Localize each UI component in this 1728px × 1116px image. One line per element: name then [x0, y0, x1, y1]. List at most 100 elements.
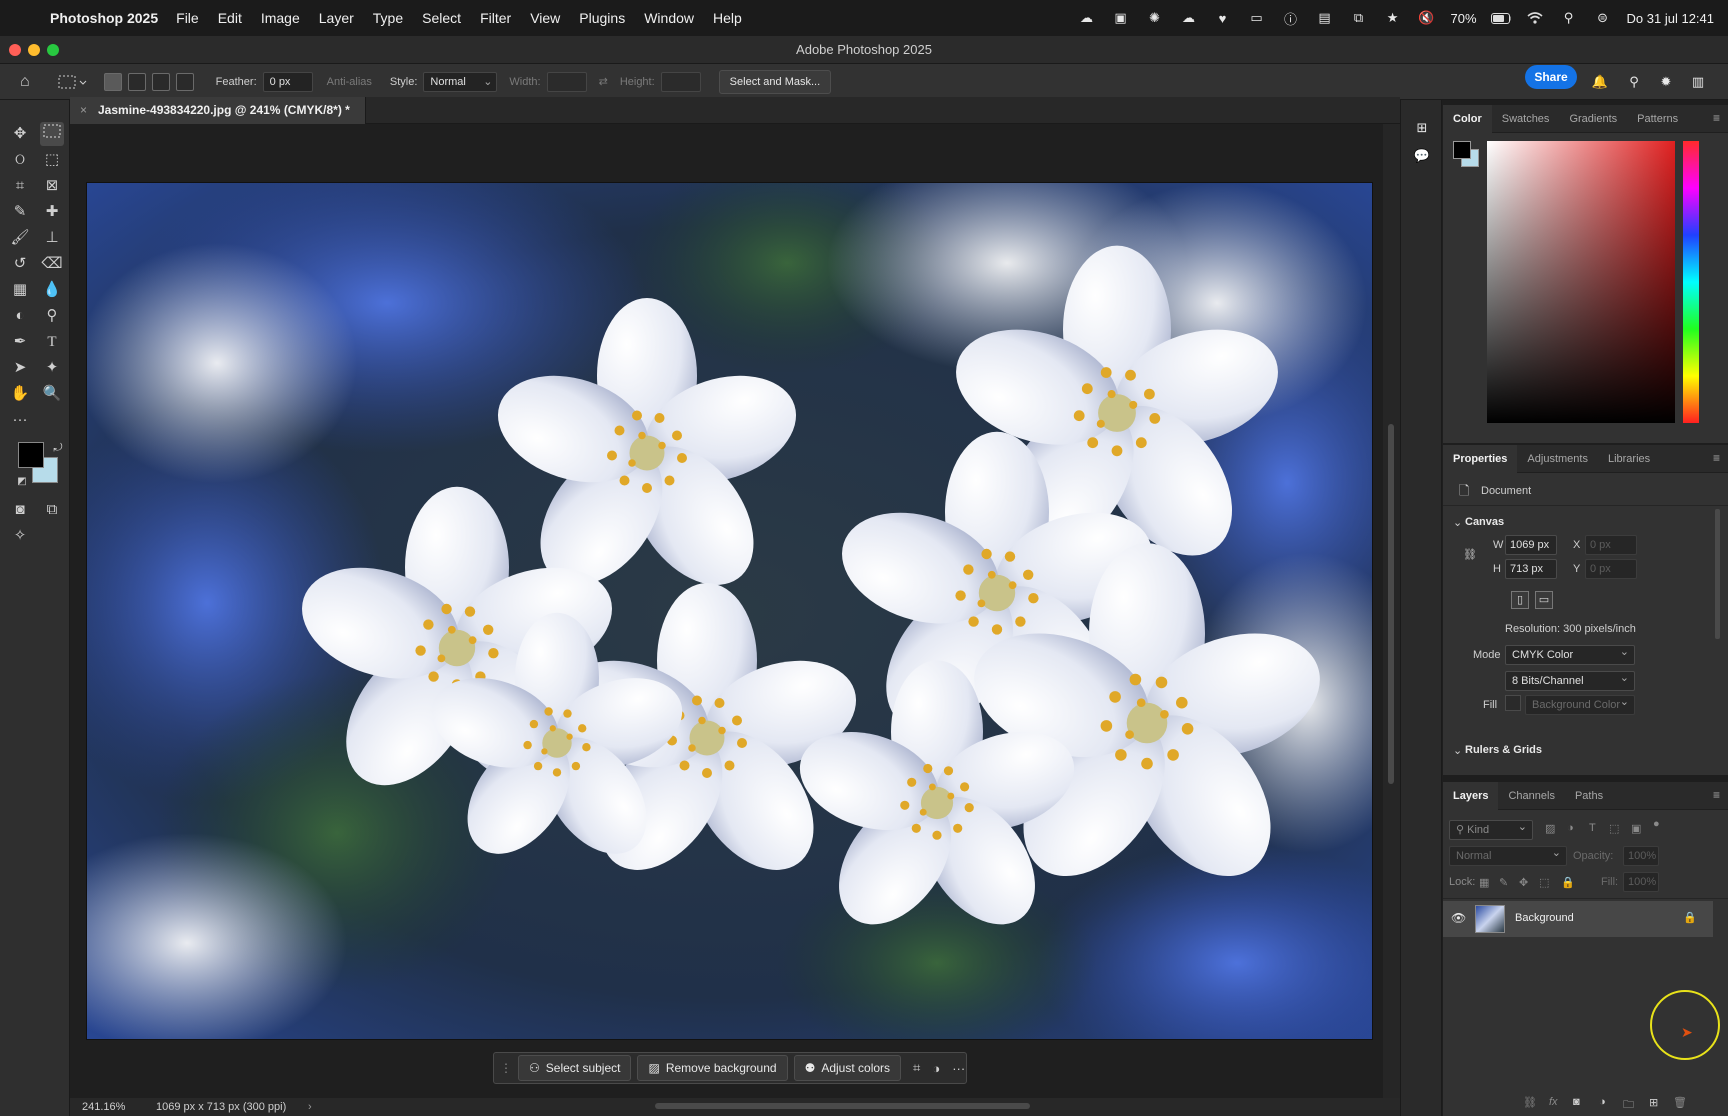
- generative-fill-icon[interactable]: ✧: [8, 524, 32, 548]
- dodge-tool-icon[interactable]: ◐: [8, 304, 32, 328]
- menu-filter[interactable]: Filter: [480, 10, 511, 26]
- menu-plugins[interactable]: Plugins: [579, 10, 625, 26]
- landscape-orientation-icon[interactable]: ▭: [1535, 591, 1553, 609]
- add-mask-icon[interactable]: ◙: [1573, 1096, 1580, 1108]
- fill-swatch[interactable]: [1505, 695, 1521, 711]
- adjustment-layer-icon[interactable]: ◑: [1599, 1096, 1606, 1108]
- new-selection-mode[interactable]: [103, 72, 122, 91]
- sponge-tool-icon[interactable]: ⚲: [40, 304, 64, 328]
- status-gear-icon[interactable]: ✺: [1145, 10, 1165, 26]
- rectangular-marquee-tool-icon[interactable]: [40, 122, 64, 146]
- style-select[interactable]: Normal ⌄: [423, 71, 498, 92]
- properties-panel-menu-icon[interactable]: ≡: [1713, 451, 1720, 465]
- link-proportions-icon[interactable]: ⛓: [1463, 548, 1477, 561]
- app-menu[interactable]: Photoshop 2025: [50, 10, 158, 26]
- select-subject-button[interactable]: ⚇ Select subject: [518, 1055, 632, 1081]
- zoom-tool-icon[interactable]: 🔍: [40, 382, 64, 406]
- default-colors-icon[interactable]: ◩: [10, 470, 34, 494]
- discover-lightbulb-icon[interactable]: ✹: [1656, 74, 1676, 90]
- layer-style-fx-icon[interactable]: fx: [1549, 1096, 1558, 1108]
- eyedropper-tool-icon[interactable]: ✎: [8, 200, 32, 224]
- select-and-mask-button[interactable]: Select and Mask...: [718, 69, 832, 94]
- lasso-tool-icon[interactable]: ଠ: [8, 148, 32, 172]
- minimize-window-button[interactable]: [28, 44, 40, 56]
- zoom-level[interactable]: 241.16%: [82, 1098, 125, 1116]
- star-icon[interactable]: ★: [1383, 10, 1403, 26]
- filter-shape-icon[interactable]: ⬚: [1609, 822, 1619, 835]
- status-info-icon[interactable]: ⓘ: [1281, 10, 1301, 27]
- document-image[interactable]: [86, 182, 1373, 1040]
- comments-panel-icon[interactable]: 💬: [1412, 148, 1432, 164]
- blend-mode-select[interactable]: Normal: [1449, 844, 1567, 866]
- more-options-icon[interactable]: ···: [952, 1061, 965, 1076]
- home-icon[interactable]: ⌂: [20, 73, 30, 91]
- filter-adjustment-icon[interactable]: ◑: [1567, 822, 1574, 834]
- edit-toolbar-icon[interactable]: ···: [8, 408, 32, 432]
- tab-swatches[interactable]: Swatches: [1492, 105, 1560, 133]
- spotlight-search-icon[interactable]: ⚲: [1559, 10, 1579, 26]
- status-calendar-icon[interactable]: ▤: [1315, 10, 1335, 26]
- drag-handle-icon[interactable]: ⋮: [500, 1061, 512, 1075]
- eraser-tool-icon[interactable]: ⌫: [40, 252, 64, 276]
- width-input[interactable]: [546, 71, 587, 92]
- filter-kind-select[interactable]: ⚲ Kind: [1449, 818, 1533, 840]
- tab-layers[interactable]: Layers: [1443, 781, 1499, 810]
- fill-input[interactable]: 100%: [1623, 872, 1659, 892]
- menu-select[interactable]: Select: [422, 10, 461, 26]
- marquee-preset-picker[interactable]: [58, 74, 88, 90]
- pen-tool-icon[interactable]: ✒: [8, 330, 32, 354]
- lock-position-icon[interactable]: ✥: [1519, 876, 1528, 889]
- rulers-grids-section-title[interactable]: Rulers & Grids: [1465, 744, 1542, 756]
- menu-file[interactable]: File: [176, 10, 199, 26]
- tab-paths[interactable]: Paths: [1565, 782, 1613, 810]
- layer-visibility-eye-icon[interactable]: 👁: [1451, 911, 1466, 925]
- healing-brush-tool-icon[interactable]: ✚: [40, 200, 64, 224]
- crop-tool-icon[interactable]: ⌗: [8, 174, 32, 198]
- search-icon[interactable]: ⚲: [1624, 74, 1644, 90]
- blur-tool-icon[interactable]: 💧: [40, 278, 64, 302]
- contrast-icon[interactable]: ◑: [932, 1061, 940, 1076]
- vertical-scroll-thumb[interactable]: [1388, 424, 1394, 784]
- brush-tool-icon[interactable]: 🖌: [8, 226, 32, 250]
- subtract-selection-mode[interactable]: [151, 72, 170, 91]
- tab-patterns[interactable]: Patterns: [1627, 105, 1688, 133]
- portrait-orientation-icon[interactable]: ▯: [1511, 591, 1529, 609]
- move-tool-icon[interactable]: ✥: [8, 122, 32, 146]
- color-mode-select[interactable]: CMYK Color: [1505, 643, 1635, 665]
- control-center-icon[interactable]: ⊜: [1593, 10, 1613, 26]
- remove-background-button[interactable]: ▨ Remove background: [637, 1055, 788, 1081]
- history-brush-tool-icon[interactable]: ↺: [8, 252, 32, 276]
- tab-adjustments[interactable]: Adjustments: [1517, 445, 1598, 473]
- foreground-swatch[interactable]: [1453, 141, 1471, 159]
- gradient-tool-icon[interactable]: ▦: [8, 278, 32, 302]
- battery-icon[interactable]: [1490, 10, 1511, 26]
- canvas-width-input[interactable]: 1069 px: [1505, 535, 1557, 555]
- color-field-picker[interactable]: [1487, 141, 1675, 423]
- add-selection-mode[interactable]: [127, 72, 146, 91]
- creative-cloud-icon[interactable]: ☁: [1077, 10, 1097, 26]
- status-expand-chevron-icon[interactable]: ›: [308, 1098, 312, 1116]
- menu-layer[interactable]: Layer: [319, 10, 354, 26]
- object-selection-tool-icon[interactable]: ⬚: [40, 148, 64, 172]
- intersect-selection-mode[interactable]: [175, 72, 194, 91]
- path-selection-tool-icon[interactable]: ➤: [8, 356, 32, 380]
- canvas-collapse-icon[interactable]: ⌄: [1453, 516, 1462, 529]
- layer-row-background[interactable]: 👁 Background 🔒: [1443, 901, 1713, 937]
- bit-depth-select[interactable]: 8 Bits/Channel: [1505, 669, 1635, 691]
- canvas-height-input[interactable]: 713 px: [1505, 559, 1557, 579]
- menu-view[interactable]: View: [530, 10, 560, 26]
- properties-scrollbar[interactable]: [1715, 509, 1720, 639]
- notifications-bell-icon[interactable]: 🔔: [1590, 74, 1610, 90]
- share-button[interactable]: Share: [1525, 65, 1577, 89]
- new-layer-icon[interactable]: ⊞: [1649, 1096, 1658, 1109]
- menu-window[interactable]: Window: [644, 10, 694, 26]
- screen-mode-icon[interactable]: ⧉: [40, 498, 64, 522]
- document-tab[interactable]: × Jasmine-493834220.jpg @ 241% (CMYK/8*)…: [70, 97, 366, 124]
- filter-toggle-icon[interactable]: ●: [1653, 818, 1660, 830]
- clone-stamp-tool-icon[interactable]: ⊥: [40, 226, 64, 250]
- hand-tool-icon[interactable]: ✋: [8, 382, 32, 406]
- tab-color[interactable]: Color: [1443, 104, 1492, 133]
- filter-pixel-icon[interactable]: ▨: [1545, 822, 1555, 835]
- screen-mirror-icon[interactable]: ⧉: [1349, 10, 1369, 26]
- status-screen-icon[interactable]: ▭: [1247, 10, 1267, 26]
